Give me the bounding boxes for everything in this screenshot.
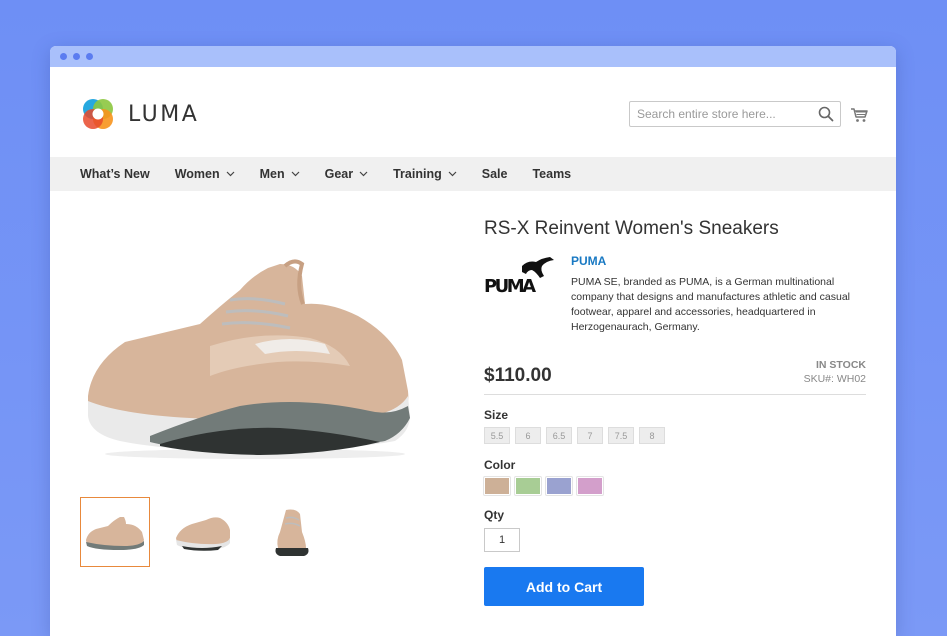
nav-item-teams[interactable]: Teams (532, 167, 571, 181)
nav-label: Women (174, 167, 220, 181)
brand-logo[interactable]: PUMA (484, 256, 556, 297)
qty-input[interactable] (484, 528, 520, 552)
nav-item-men[interactable]: Men (260, 167, 300, 181)
nav-item-sale[interactable]: Sale (482, 167, 508, 181)
nav-label: What’s New (80, 167, 150, 181)
thumbnail-3[interactable] (256, 497, 326, 567)
window-dot (60, 53, 67, 60)
thumbnail-image (86, 517, 144, 550)
brand-name-link[interactable]: PUMA (571, 254, 606, 268)
size-option[interactable]: 7.5 (608, 427, 634, 444)
nav-item-whats-new[interactable]: What’s New (80, 167, 150, 181)
browser-window: LUMA What’s New Women Men Gear Training … (50, 46, 896, 636)
size-option[interactable]: 8 (639, 427, 665, 444)
thumbnail-image (176, 517, 230, 551)
window-dot (73, 53, 80, 60)
thumbnail-strip (80, 497, 344, 567)
main-nav: What’s New Women Men Gear Training Sale … (50, 157, 896, 191)
nav-label: Training (393, 167, 442, 181)
search-input[interactable] (637, 107, 813, 121)
window-titlebar (50, 46, 896, 67)
color-swatch[interactable] (514, 476, 542, 496)
stock-status: IN STOCK (816, 359, 866, 371)
add-to-cart-button[interactable]: Add to Cart (484, 567, 644, 606)
brand-logo-text: PUMA (484, 276, 536, 294)
size-options: 5.5 6 6.5 7 7.5 8 (484, 427, 670, 444)
thumbnail-1[interactable] (80, 497, 150, 567)
brand-description: PUMA SE, branded as PUMA, is a German mu… (571, 276, 851, 333)
puma-logo-icon: PUMA (484, 257, 554, 297)
color-swatch[interactable] (545, 476, 573, 496)
nav-label: Sale (481, 167, 508, 181)
product-sku: SKU#: WH02 (803, 373, 866, 385)
color-label: Color (484, 458, 516, 472)
search-box (629, 101, 841, 127)
nav-item-training[interactable]: Training (393, 167, 457, 181)
size-label: Size (484, 408, 509, 422)
nav-label: Gear (324, 167, 354, 181)
chevron-down-icon (226, 171, 235, 177)
window-dot (86, 53, 93, 60)
chevron-down-icon (359, 171, 368, 177)
nav-label: Teams (532, 167, 572, 181)
nav-item-women[interactable]: Women (175, 167, 235, 181)
nav-label: Men (259, 167, 285, 181)
size-option[interactable]: 5.5 (484, 427, 510, 444)
qty-label: Qty (484, 508, 505, 522)
store-header: LUMA (50, 67, 896, 157)
store-logo[interactable]: LUMA (80, 96, 199, 132)
nav-item-gear[interactable]: Gear (325, 167, 369, 181)
chevron-down-icon (448, 171, 457, 177)
color-options (483, 476, 608, 496)
search-icon[interactable] (818, 106, 834, 122)
price-divider (484, 394, 866, 395)
chevron-down-icon (291, 171, 300, 177)
product-price: $110.00 (484, 365, 552, 386)
size-option[interactable]: 6.5 (546, 427, 572, 444)
cart-icon[interactable] (850, 107, 868, 123)
product-main-image[interactable] (80, 246, 420, 461)
color-swatch[interactable] (576, 476, 604, 496)
store-name: LUMA (128, 101, 200, 127)
luma-logo-icon (83, 99, 113, 129)
size-option[interactable]: 7 (577, 427, 603, 444)
product-title: RS-X Reinvent Women's Sneakers (484, 218, 779, 239)
size-option[interactable]: 6 (515, 427, 541, 444)
thumbnail-2[interactable] (168, 497, 238, 567)
color-swatch[interactable] (483, 476, 511, 496)
thumbnail-image (275, 509, 309, 556)
